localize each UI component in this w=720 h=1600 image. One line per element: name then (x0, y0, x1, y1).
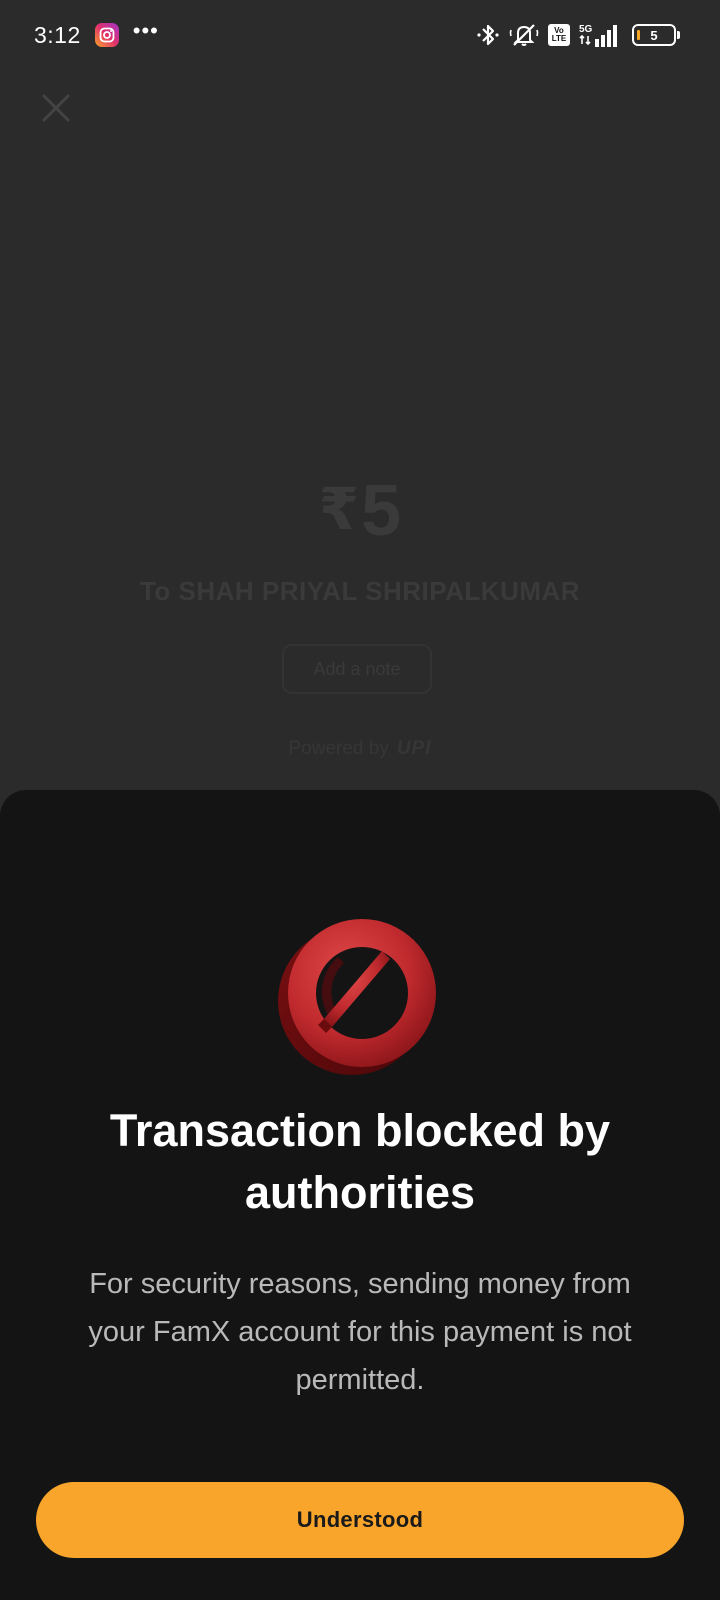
understood-button[interactable]: Understood (36, 1482, 684, 1558)
sheet-message: For security reasons, sending money from… (88, 1268, 632, 1396)
volte-bottom: LTE (551, 34, 567, 43)
close-icon[interactable] (38, 90, 74, 126)
battery-icon: 5 (632, 24, 680, 46)
upi-logo: UPI (396, 738, 432, 759)
mute-icon (509, 22, 539, 48)
status-left: 3:12 ••• (34, 18, 159, 49)
signal-icon: 5G (579, 22, 623, 48)
bluetooth-icon (476, 22, 500, 48)
blocked-icon (278, 915, 442, 1079)
currency-symbol: ₹ (318, 477, 360, 542)
blocked-bottom-sheet: Transaction blocked by authorities For s… (0, 790, 720, 1600)
add-note-button[interactable]: Add a note (282, 644, 432, 694)
payment-amount: ₹5 (0, 470, 720, 552)
payment-screen: 3:12 ••• Vo LTE 5G 5 ₹5 To SHAH PRIYAL S… (0, 0, 720, 1600)
payment-background: ₹5 To SHAH PRIYAL SHRIPALKUMAR Add a not… (0, 0, 720, 800)
volte-icon: Vo LTE (548, 24, 570, 46)
more-dots-icon: ••• (132, 18, 159, 43)
amount-value: 5 (361, 471, 402, 551)
status-bar: 3:12 ••• Vo LTE 5G 5 (0, 0, 720, 70)
status-right: Vo LTE 5G 5 (476, 22, 680, 48)
sheet-title: Transaction blocked by authorities (109, 1105, 611, 1218)
battery-level: 5 (650, 27, 658, 43)
recipient-name: To SHAH PRIYAL SHRIPALKUMAR (139, 576, 581, 606)
instagram-icon (94, 23, 119, 47)
powered-by: Powered by UPI (0, 738, 720, 760)
powered-by-label: Powered by (288, 738, 389, 759)
network-type-label: 5G (579, 24, 593, 35)
status-time: 3:12 (34, 21, 81, 48)
